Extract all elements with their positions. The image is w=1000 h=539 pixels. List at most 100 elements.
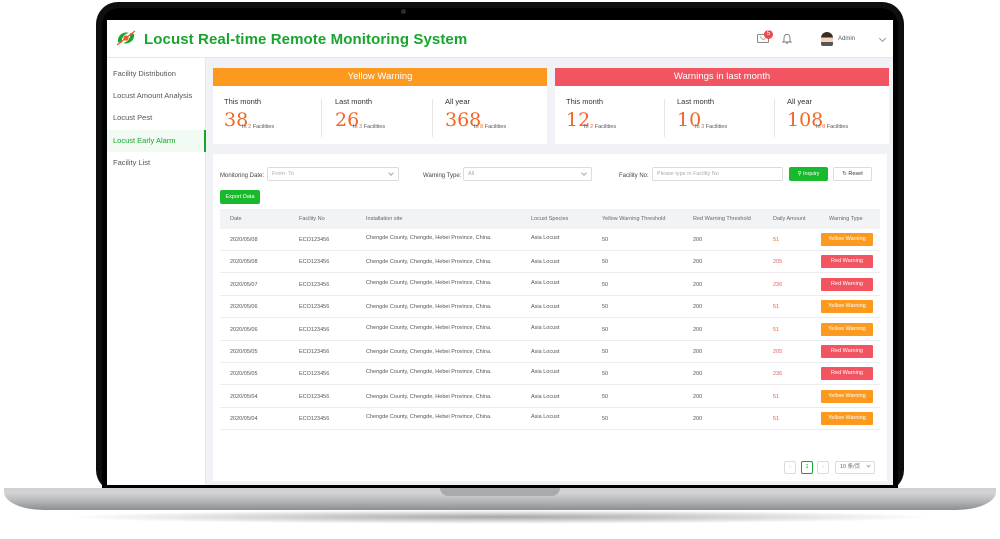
stat-label: Last month bbox=[335, 97, 373, 106]
cell-daily-amount: 205 bbox=[773, 349, 783, 355]
user-name[interactable]: Admin bbox=[838, 36, 855, 42]
cell-locust-species: Asia Locust bbox=[531, 393, 560, 400]
column-header: Installation site bbox=[366, 216, 403, 222]
warning-type-tag: Yellow Warning bbox=[821, 300, 873, 314]
table-row[interactable]: 2020/05/06 ECO123456 Chengde County, Cheng… bbox=[220, 319, 880, 341]
monitoring-date-picker[interactable]: From- To bbox=[267, 167, 399, 181]
cell-date: 2020/05/04 bbox=[230, 416, 258, 423]
table-row[interactable]: 2020/05/08 ECO123456 Chengde County, Cheng… bbox=[220, 229, 880, 251]
cell-date: 2020/05/05 bbox=[230, 371, 258, 378]
cell-red-threshold: 200 bbox=[693, 237, 703, 243]
camera-icon bbox=[401, 9, 406, 14]
warning-type-tag: Yellow Warning bbox=[821, 389, 873, 403]
yellow-stat-all-year: All year 368 In 8 Facilities bbox=[445, 97, 555, 137]
cell-installation-site: Chengde County, Chengde, Hebei Province,… bbox=[366, 324, 492, 331]
table-row[interactable]: 2020/05/06 ECO123456 Chengde County, Cheng… bbox=[220, 296, 880, 319]
cell-daily-amount: 51 bbox=[773, 326, 780, 333]
stat-facilities: In 3 Facilities bbox=[695, 124, 728, 130]
column-header: Daily Amount bbox=[773, 216, 806, 222]
warning-type-tag: Red Warning bbox=[821, 367, 873, 381]
page-size-select[interactable]: 10 条/页 bbox=[835, 461, 875, 474]
cell-locust-species: Asia Locust bbox=[531, 349, 560, 355]
inquiry-button[interactable]: ⚲ Inquiry bbox=[789, 167, 828, 181]
cell-yellow-threshold: 50 bbox=[602, 304, 609, 311]
stat-facilities: In 2 Facilities bbox=[242, 124, 275, 130]
cell-locust-species: Asia Locust bbox=[531, 369, 560, 376]
facility-no-input[interactable]: Please type in Facility No bbox=[652, 167, 783, 181]
stat-label: All year bbox=[787, 97, 813, 106]
stat-facilities: In 2 Facilities bbox=[584, 124, 617, 130]
column-header: Red Warning Threshold bbox=[693, 216, 751, 222]
cell-yellow-threshold: 50 bbox=[602, 393, 609, 400]
cell-yellow-threshold: 50 bbox=[602, 259, 609, 266]
sidebar-item-locust-early-alarm[interactable]: Locust Early Alarm bbox=[107, 130, 206, 152]
next-page-button[interactable]: › bbox=[817, 461, 829, 474]
bell-icon[interactable] bbox=[782, 33, 792, 44]
app-screen: Locust Real-time Remote Monitoring Syste… bbox=[107, 20, 893, 485]
table-row[interactable]: 2020/05/08 ECO123456 Chengde County, Cheng… bbox=[220, 251, 880, 274]
cell-locust-species: Asia Locust bbox=[531, 414, 560, 421]
export-data-button[interactable]: Export Data bbox=[220, 190, 260, 204]
chevron-down-icon bbox=[866, 463, 871, 468]
table-row[interactable]: 2020/05/07 ECO123456 Chengde County, Cheng… bbox=[220, 274, 880, 296]
facility-no-label: Facility No: bbox=[619, 173, 649, 179]
cell-installation-site: Chengde County, Chengde, Hebei Province,… bbox=[366, 414, 492, 421]
table-row[interactable]: 2020/05/04 ECO123456 Chengde County, Cheng… bbox=[220, 386, 880, 408]
red-stat-all-year: All year 108 In 8 Facilities bbox=[787, 97, 893, 137]
cell-date: 2020/05/05 bbox=[230, 349, 258, 355]
cell-date: 2020/05/08 bbox=[230, 259, 258, 266]
cell-red-threshold: 200 bbox=[693, 349, 703, 355]
red-warning-title: Warnings in last month bbox=[555, 68, 889, 86]
stat-label: All year bbox=[445, 97, 471, 106]
cell-daily-amount: 51 bbox=[773, 304, 780, 311]
cell-locust-species: Asia Locust bbox=[531, 324, 560, 331]
reset-button[interactable]: ↻ Reset bbox=[833, 167, 872, 181]
cell-facility-no: ECO123456 bbox=[299, 371, 330, 378]
yellow-warning-panel: Yellow Warning This month 38 In 2 Facili… bbox=[213, 68, 547, 144]
cell-red-threshold: 200 bbox=[693, 281, 703, 288]
cell-facility-no: ECO123456 bbox=[299, 259, 330, 266]
cell-daily-amount: 51 bbox=[773, 393, 780, 400]
cell-red-threshold: 200 bbox=[693, 371, 703, 378]
warning-type-tag: Yellow Warning bbox=[821, 322, 873, 336]
cell-yellow-threshold: 50 bbox=[602, 237, 609, 243]
table-row[interactable]: 2020/05/05 ECO123456 Chengde County, Cheng… bbox=[220, 341, 880, 363]
cell-installation-site: Chengde County, Chengde, Hebei Province,… bbox=[366, 304, 492, 311]
warning-list-card: Monitoring Date: From- To Warning Type: … bbox=[213, 154, 887, 481]
cell-yellow-threshold: 50 bbox=[602, 281, 609, 288]
warning-type-tag: Red Warning bbox=[821, 255, 873, 269]
sidebar-item-locust-pest[interactable]: Locust Pest bbox=[107, 107, 206, 129]
cell-yellow-threshold: 50 bbox=[602, 371, 609, 378]
cell-locust-species: Asia Locust bbox=[531, 259, 560, 266]
warning-type-tag: Yellow Warning bbox=[821, 233, 873, 246]
cell-installation-site: Chengde County, Chengde, Hebei Province,… bbox=[366, 369, 492, 376]
table-row[interactable]: 2020/05/05 ECO123456 Chengde County, Cheng… bbox=[220, 363, 880, 386]
cell-installation-site: Chengde County, Chengde, Hebei Province,… bbox=[366, 259, 492, 266]
cell-installation-site: Chengde County, Chengde, Hebei Province,… bbox=[366, 349, 492, 355]
warning-type-select[interactable]: All bbox=[463, 167, 592, 181]
avatar[interactable] bbox=[821, 32, 833, 46]
table-row[interactable]: 2020/05/04 ECO123456 Chengde County, Cheng… bbox=[220, 408, 880, 431]
laptop-shadow bbox=[60, 510, 940, 524]
divider bbox=[432, 99, 433, 137]
yellow-stat-last-month: Last month 26 In 3 Facilities bbox=[335, 97, 445, 137]
cell-red-threshold: 200 bbox=[693, 393, 703, 400]
cell-red-threshold: 200 bbox=[693, 304, 703, 311]
sidebar-item-facility-distribution[interactable]: Facility Distribution bbox=[107, 63, 206, 85]
stat-facilities: In 3 Facilities bbox=[353, 124, 386, 130]
cell-yellow-threshold: 50 bbox=[602, 349, 609, 355]
page-1-button[interactable]: 1 bbox=[801, 461, 813, 474]
chevron-down-icon[interactable] bbox=[878, 34, 887, 43]
locust-logo-icon bbox=[116, 30, 136, 46]
mail-badge: 5 bbox=[764, 30, 773, 39]
cell-facility-no: ECO123456 bbox=[299, 326, 330, 333]
cell-yellow-threshold: 50 bbox=[602, 326, 609, 333]
sidebar-item-facility-list[interactable]: Facility List bbox=[107, 152, 206, 174]
cell-date: 2020/05/07 bbox=[230, 281, 258, 288]
sidebar-item-locust-amount-analysis[interactable]: Locust Amount Analysis bbox=[107, 85, 206, 107]
cell-red-threshold: 200 bbox=[693, 416, 703, 423]
cell-installation-site: Chengde County, Chengde, Hebei Province,… bbox=[366, 235, 492, 241]
top-bar: Locust Real-time Remote Monitoring Syste… bbox=[107, 20, 893, 58]
yellow-stat-this-month: This month 38 In 2 Facilities bbox=[224, 97, 334, 137]
prev-page-button[interactable]: ‹ bbox=[784, 461, 796, 474]
